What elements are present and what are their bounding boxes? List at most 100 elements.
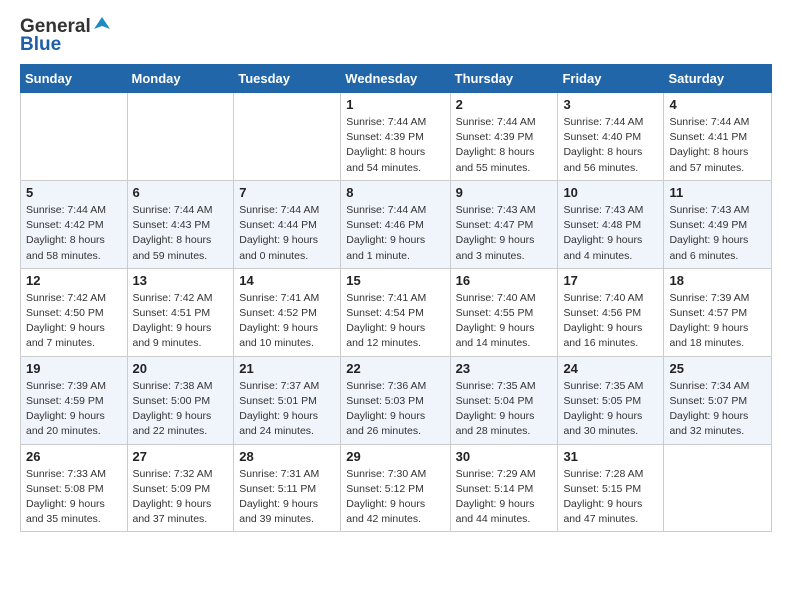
day-info: Sunrise: 7:44 AMSunset: 4:42 PMDaylight:… — [26, 203, 122, 264]
day-number: 5 — [26, 185, 122, 200]
day-number: 28 — [239, 449, 335, 464]
weekday-header-monday: Monday — [127, 65, 234, 93]
calendar-cell: 13 Sunrise: 7:42 AMSunset: 4:51 PMDayligh… — [127, 268, 234, 356]
day-info: Sunrise: 7:34 AMSunset: 5:07 PMDaylight:… — [669, 379, 766, 440]
calendar-cell: 21 Sunrise: 7:37 AMSunset: 5:01 PMDayligh… — [234, 356, 341, 444]
day-number: 17 — [563, 273, 658, 288]
calendar-cell: 15 Sunrise: 7:41 AMSunset: 4:54 PMDayligh… — [341, 268, 450, 356]
page-header: General Blue — [20, 16, 772, 56]
day-number: 15 — [346, 273, 444, 288]
calendar-cell: 6 Sunrise: 7:44 AMSunset: 4:43 PMDaylight… — [127, 180, 234, 268]
day-info: Sunrise: 7:28 AMSunset: 5:15 PMDaylight:… — [563, 467, 658, 528]
day-number: 21 — [239, 361, 335, 376]
day-number: 26 — [26, 449, 122, 464]
day-number: 19 — [26, 361, 122, 376]
day-number: 23 — [456, 361, 553, 376]
day-info: Sunrise: 7:35 AMSunset: 5:04 PMDaylight:… — [456, 379, 553, 440]
calendar-cell: 8 Sunrise: 7:44 AMSunset: 4:46 PMDaylight… — [341, 180, 450, 268]
day-number: 3 — [563, 97, 658, 112]
day-number: 8 — [346, 185, 444, 200]
weekday-header-sunday: Sunday — [21, 65, 128, 93]
day-info: Sunrise: 7:40 AMSunset: 4:55 PMDaylight:… — [456, 291, 553, 352]
day-info: Sunrise: 7:43 AMSunset: 4:48 PMDaylight:… — [563, 203, 658, 264]
calendar-cell: 30 Sunrise: 7:29 AMSunset: 5:14 PMDayligh… — [450, 444, 558, 532]
calendar-table: SundayMondayTuesdayWednesdayThursdayFrid… — [20, 64, 772, 532]
calendar-cell: 17 Sunrise: 7:40 AMSunset: 4:56 PMDayligh… — [558, 268, 664, 356]
weekday-header-friday: Friday — [558, 65, 664, 93]
day-number: 2 — [456, 97, 553, 112]
day-info: Sunrise: 7:38 AMSunset: 5:00 PMDaylight:… — [133, 379, 229, 440]
day-info: Sunrise: 7:44 AMSunset: 4:39 PMDaylight:… — [346, 115, 444, 176]
day-info: Sunrise: 7:40 AMSunset: 4:56 PMDaylight:… — [563, 291, 658, 352]
calendar-cell: 9 Sunrise: 7:43 AMSunset: 4:47 PMDaylight… — [450, 180, 558, 268]
calendar-cell: 28 Sunrise: 7:31 AMSunset: 5:11 PMDayligh… — [234, 444, 341, 532]
calendar-cell: 24 Sunrise: 7:35 AMSunset: 5:05 PMDayligh… — [558, 356, 664, 444]
day-info: Sunrise: 7:44 AMSunset: 4:46 PMDaylight:… — [346, 203, 444, 264]
day-info: Sunrise: 7:31 AMSunset: 5:11 PMDaylight:… — [239, 467, 335, 528]
day-info: Sunrise: 7:41 AMSunset: 4:52 PMDaylight:… — [239, 291, 335, 352]
day-number: 13 — [133, 273, 229, 288]
day-info: Sunrise: 7:29 AMSunset: 5:14 PMDaylight:… — [456, 467, 553, 528]
logo-bird-icon — [92, 15, 112, 35]
weekday-header-tuesday: Tuesday — [234, 65, 341, 93]
day-info: Sunrise: 7:44 AMSunset: 4:43 PMDaylight:… — [133, 203, 229, 264]
calendar-cell: 25 Sunrise: 7:34 AMSunset: 5:07 PMDayligh… — [664, 356, 772, 444]
calendar-cell: 29Sunrise: 7:30 AMSunset: 5:12 PMDayligh… — [341, 444, 450, 532]
day-info: Sunrise: 7:44 AMSunset: 4:41 PMDaylight:… — [669, 115, 766, 176]
day-number: 11 — [669, 185, 766, 200]
day-number: 7 — [239, 185, 335, 200]
weekday-header-saturday: Saturday — [664, 65, 772, 93]
day-info: Sunrise: 7:33 AMSunset: 5:08 PMDaylight:… — [26, 467, 122, 528]
day-info: Sunrise: 7:43 AMSunset: 4:49 PMDaylight:… — [669, 203, 766, 264]
calendar-cell: 11 Sunrise: 7:43 AMSunset: 4:49 PMDayligh… — [664, 180, 772, 268]
day-number: 10 — [563, 185, 658, 200]
day-info: Sunrise: 7:44 AMSunset: 4:44 PMDaylight:… — [239, 203, 335, 264]
calendar-cell: 14 Sunrise: 7:41 AMSunset: 4:52 PMDayligh… — [234, 268, 341, 356]
calendar-cell: 5 Sunrise: 7:44 AMSunset: 4:42 PMDaylight… — [21, 180, 128, 268]
calendar-cell: 19 Sunrise: 7:39 AMSunset: 4:59 PMDayligh… — [21, 356, 128, 444]
calendar-cell — [21, 93, 128, 181]
day-info: Sunrise: 7:42 AMSunset: 4:51 PMDaylight:… — [133, 291, 229, 352]
calendar-cell: 31 Sunrise: 7:28 AMSunset: 5:15 PMDayligh… — [558, 444, 664, 532]
calendar-cell: 2 Sunrise: 7:44 AMSunset: 4:39 PMDaylight… — [450, 93, 558, 181]
calendar-cell: 3 Sunrise: 7:44 AMSunset: 4:40 PMDaylight… — [558, 93, 664, 181]
day-number: 24 — [563, 361, 658, 376]
day-info: Sunrise: 7:44 AMSunset: 4:40 PMDaylight:… — [563, 115, 658, 176]
day-info: Sunrise: 7:36 AMSunset: 5:03 PMDaylight:… — [346, 379, 444, 440]
logo: General Blue — [20, 16, 112, 56]
day-number: 14 — [239, 273, 335, 288]
calendar-cell: 23 Sunrise: 7:35 AMSunset: 5:04 PMDayligh… — [450, 356, 558, 444]
day-number: 31 — [563, 449, 658, 464]
day-number: 22 — [346, 361, 444, 376]
day-info: Sunrise: 7:39 AMSunset: 4:59 PMDaylight:… — [26, 379, 122, 440]
calendar-cell — [127, 93, 234, 181]
day-info: Sunrise: 7:30 AMSunset: 5:12 PMDaylight:… — [346, 467, 444, 528]
calendar-cell: 12 Sunrise: 7:42 AMSunset: 4:50 PMDayligh… — [21, 268, 128, 356]
day-info: Sunrise: 7:39 AMSunset: 4:57 PMDaylight:… — [669, 291, 766, 352]
calendar-cell: 20Sunrise: 7:38 AMSunset: 5:00 PMDayligh… — [127, 356, 234, 444]
day-number: 30 — [456, 449, 553, 464]
day-info: Sunrise: 7:37 AMSunset: 5:01 PMDaylight:… — [239, 379, 335, 440]
calendar-cell — [234, 93, 341, 181]
weekday-header-thursday: Thursday — [450, 65, 558, 93]
calendar-cell: 10 Sunrise: 7:43 AMSunset: 4:48 PMDayligh… — [558, 180, 664, 268]
calendar-cell: 22 Sunrise: 7:36 AMSunset: 5:03 PMDayligh… — [341, 356, 450, 444]
day-number: 9 — [456, 185, 553, 200]
day-number: 4 — [669, 97, 766, 112]
calendar-cell: 27 Sunrise: 7:32 AMSunset: 5:09 PMDayligh… — [127, 444, 234, 532]
day-info: Sunrise: 7:32 AMSunset: 5:09 PMDaylight:… — [133, 467, 229, 528]
day-info: Sunrise: 7:41 AMSunset: 4:54 PMDaylight:… — [346, 291, 444, 352]
day-info: Sunrise: 7:42 AMSunset: 4:50 PMDaylight:… — [26, 291, 122, 352]
calendar-cell: 16Sunrise: 7:40 AMSunset: 4:55 PMDayligh… — [450, 268, 558, 356]
calendar-cell: 26 Sunrise: 7:33 AMSunset: 5:08 PMDayligh… — [21, 444, 128, 532]
day-info: Sunrise: 7:35 AMSunset: 5:05 PMDaylight:… — [563, 379, 658, 440]
day-info: Sunrise: 7:44 AMSunset: 4:39 PMDaylight:… — [456, 115, 553, 176]
day-number: 6 — [133, 185, 229, 200]
day-number: 1 — [346, 97, 444, 112]
day-number: 27 — [133, 449, 229, 464]
day-number: 18 — [669, 273, 766, 288]
day-info: Sunrise: 7:43 AMSunset: 4:47 PMDaylight:… — [456, 203, 553, 264]
day-number: 25 — [669, 361, 766, 376]
day-number: 12 — [26, 273, 122, 288]
logo-blue-text: Blue — [20, 34, 61, 56]
